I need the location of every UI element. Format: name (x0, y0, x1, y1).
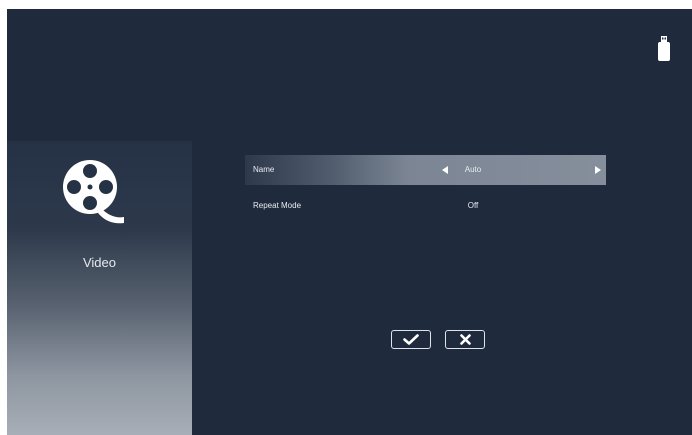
close-icon (459, 334, 471, 345)
setting-row-name[interactable]: Name Auto (245, 155, 606, 185)
sidebar-title: Video (82, 255, 116, 270)
confirm-button[interactable] (391, 330, 431, 349)
setting-value: Off (467, 201, 479, 210)
usb-drive-icon (657, 36, 671, 62)
sidebar: Video (7, 141, 192, 435)
screen: Video Name Auto Repeat Mode Off (7, 9, 692, 435)
setting-value: Auto (464, 165, 482, 174)
checkmark-icon (403, 334, 419, 345)
setting-label: Name (253, 165, 275, 174)
setting-row-repeat-mode[interactable]: Repeat Mode Off (245, 191, 606, 221)
cancel-button[interactable] (445, 330, 485, 349)
arrow-right-icon[interactable] (595, 166, 601, 174)
film-reel-icon (58, 155, 130, 227)
setting-label: Repeat Mode (253, 201, 302, 210)
